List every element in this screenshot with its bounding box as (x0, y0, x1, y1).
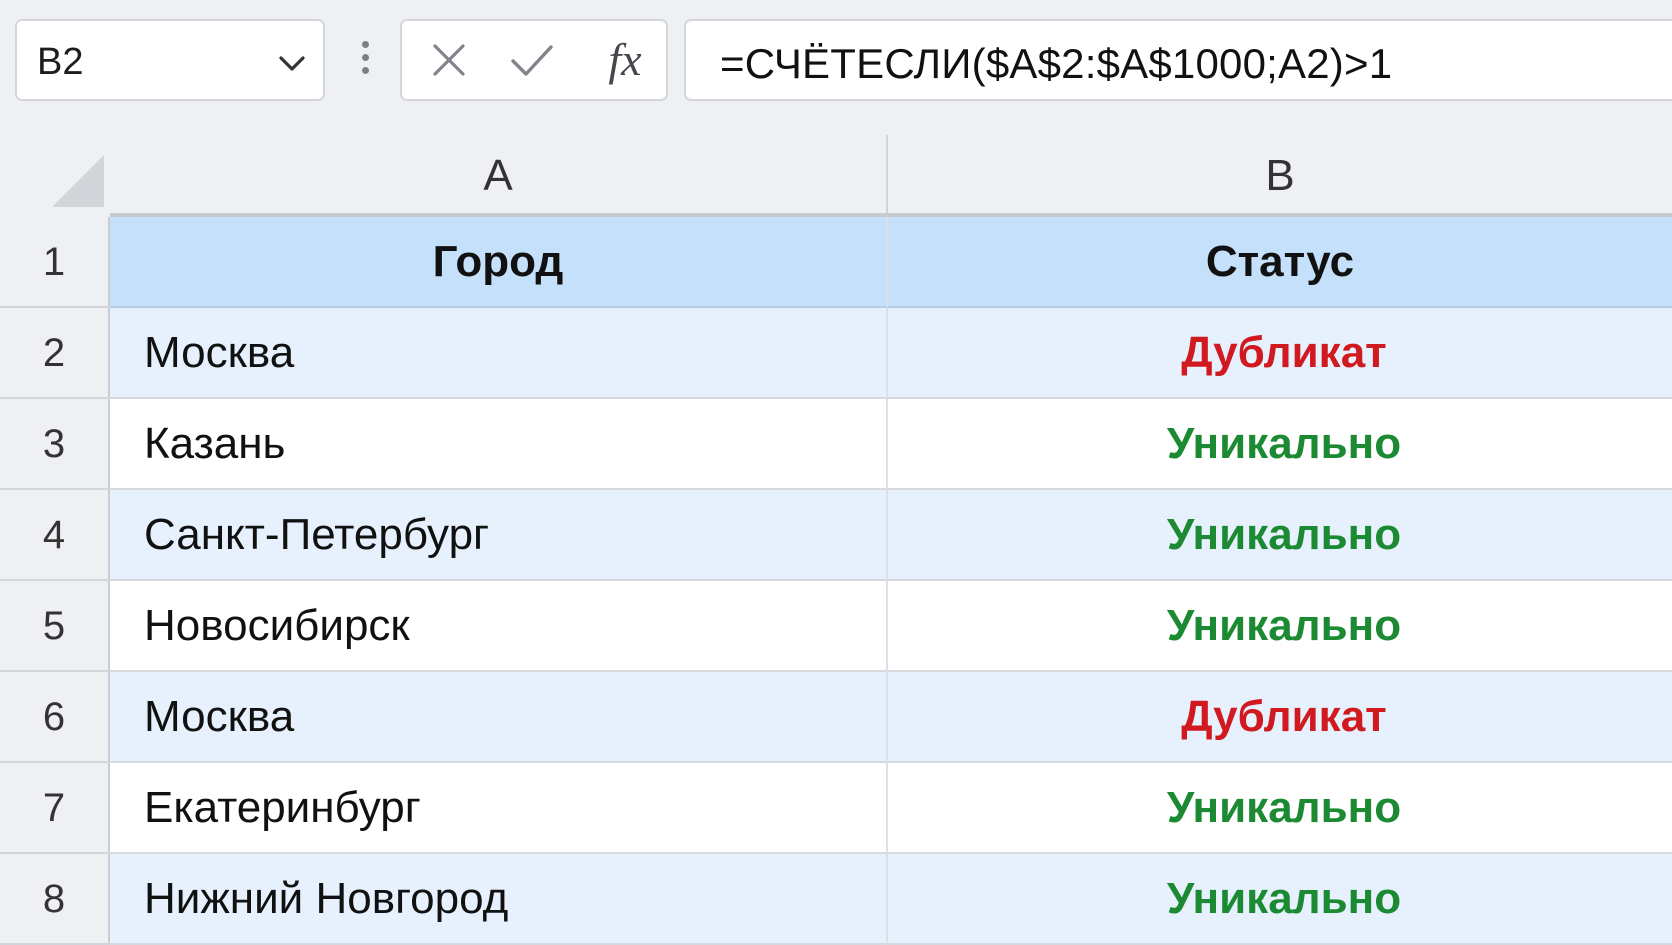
enter-button[interactable] (504, 21, 560, 99)
status-value: Уникально (1166, 600, 1402, 650)
insert-function-button[interactable]: fx (590, 21, 660, 99)
cell-status[interactable]: Уникально (888, 490, 1672, 581)
select-all-corner[interactable] (0, 135, 110, 213)
name-box-value[interactable]: B2 (37, 41, 83, 84)
cell-city[interactable]: Санкт-Петербург (110, 490, 888, 581)
cell-city[interactable]: Казань (110, 399, 888, 490)
table-row: 2 Москва Дубликат (0, 308, 1672, 399)
header-row: 1 Город Статус (0, 217, 1672, 308)
cancel-button[interactable] (424, 21, 474, 99)
cell-city[interactable]: Москва (110, 672, 888, 763)
column-header-a[interactable]: A (110, 135, 888, 213)
formula-bar: B2 fx =СЧЁТЕСЛИ($A$2:$A$1000;A2)>1 (0, 0, 1672, 120)
header-status-label: Статус (1205, 236, 1355, 286)
column-header-b[interactable]: B (888, 135, 1672, 213)
table-row: 3 Казань Уникально (0, 399, 1672, 490)
status-value: Уникально (1166, 782, 1402, 832)
check-icon (511, 45, 553, 76)
row-header[interactable]: 3 (0, 399, 110, 490)
formula-input[interactable]: =СЧЁТЕСЛИ($A$2:$A$1000;A2)>1 (684, 19, 1672, 101)
chevron-down-icon[interactable] (275, 46, 309, 80)
cell-status[interactable]: Уникально (888, 399, 1672, 490)
header-cell-city[interactable]: Город (110, 217, 888, 308)
row-header[interactable]: 4 (0, 490, 110, 581)
formula-text[interactable]: =СЧЁТЕСЛИ($A$2:$A$1000;A2)>1 (720, 40, 1392, 88)
table-row: 4 Санкт-Петербург Уникально (0, 490, 1672, 581)
cell-status[interactable]: Уникально (888, 854, 1672, 945)
name-box[interactable]: B2 (15, 19, 325, 101)
status-value: Дубликат (1181, 691, 1387, 741)
formula-buttons: fx (400, 19, 668, 101)
grip-icon[interactable] (358, 41, 372, 81)
row-header[interactable]: 5 (0, 581, 110, 672)
table-row: 5 Новосибирск Уникально (0, 581, 1672, 672)
row-header[interactable]: 6 (0, 672, 110, 763)
status-value: Дубликат (1181, 327, 1387, 377)
cell-city[interactable]: Москва (110, 308, 888, 399)
row-header[interactable]: 2 (0, 308, 110, 399)
cell-city[interactable]: Нижний Новгород (110, 854, 888, 945)
row-header[interactable]: 8 (0, 854, 110, 945)
status-value: Уникально (1166, 418, 1402, 468)
table-row: 6 Москва Дубликат (0, 672, 1672, 763)
cell-status[interactable]: Дубликат (888, 308, 1672, 399)
function-icon: fx (608, 34, 642, 85)
row-header[interactable]: 7 (0, 763, 110, 854)
spreadsheet-grid: A B 1 Город Статус 2 Москва Дубликат 3 Казань Ун… (0, 120, 1672, 945)
cell-status[interactable]: Уникально (888, 581, 1672, 672)
row-header[interactable]: 1 (0, 217, 110, 308)
header-cell-status[interactable]: Статус (888, 217, 1672, 308)
status-value: Уникально (1166, 509, 1402, 559)
select-all-triangle-icon (52, 155, 104, 207)
table-row: 8 Нижний Новгород Уникально (0, 854, 1672, 945)
cell-city[interactable]: Новосибирск (110, 581, 888, 672)
cell-status[interactable]: Дубликат (888, 672, 1672, 763)
status-value: Уникально (1166, 873, 1402, 923)
close-icon (433, 44, 465, 76)
table-row: 7 Екатеринбург Уникально (0, 763, 1672, 854)
cell-status[interactable]: Уникально (888, 763, 1672, 854)
cell-city[interactable]: Екатеринбург (110, 763, 888, 854)
